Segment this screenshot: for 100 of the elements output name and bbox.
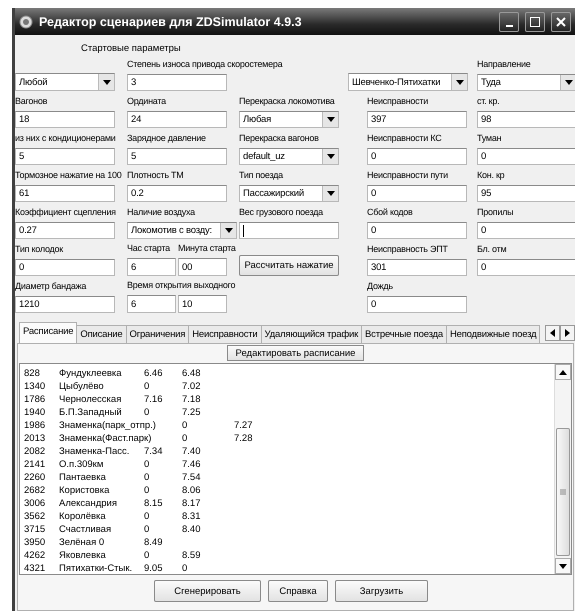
text-field[interactable]: 0.2 [127,185,227,202]
right-arrow-icon [565,329,570,337]
text-field[interactable]: 3 [127,74,227,91]
list-cell-text: 7.40 [182,445,202,458]
dropdown-arrow-icon [102,80,110,84]
field-label: Неисправности КС [367,132,442,144]
list-cell-text: Б.П.Западный [59,406,123,419]
field-label: Пропилы [477,206,514,218]
list-cell-text: Зелёная 0 [59,536,106,549]
tab-scroll-right-button[interactable] [560,325,575,341]
list-cell-text: 7.34 [144,445,164,458]
list-cell-text: 9.05 [144,562,164,575]
action-button[interactable]: Сгенерировать [154,580,261,602]
maximize-button[interactable] [525,12,545,32]
action-button[interactable]: Загрузить [335,580,428,602]
list-cell-text: 8.15 [144,497,164,510]
text-field[interactable]: 10 [178,295,227,313]
field-label: Кон. кр [477,169,504,181]
dropdown[interactable]: Локомотив с возду: [127,222,237,239]
text-field[interactable]: 6 [127,258,176,276]
field-label: Сбой кодов [367,206,413,218]
field-label: Вес грузового поезда [239,206,323,218]
edit-schedule-button[interactable]: Редактировать расписание [226,345,364,361]
tab[interactable]: Встречные поезда [361,325,447,343]
text-field[interactable]: 1210 [15,296,115,313]
tab[interactable]: Удаляющийся трафик [260,325,362,343]
list-cell-text: О.п.309км [59,458,104,471]
text-field[interactable]: 5 [15,148,115,165]
list-cell-text: 7.54 [182,471,202,484]
dropdown[interactable]: Любой [15,73,115,91]
text-field[interactable]: 0 [477,222,575,239]
field-label: Вагонов [15,95,48,107]
dropdown-arrow-icon [564,80,572,85]
text-field[interactable]: 0 [477,148,575,165]
list-cell-text: 0 [144,484,150,497]
field-label: Бл. отм [477,243,506,255]
list-cell-text: 7.18 [182,393,202,406]
list-cell-text: Королёвка [59,510,107,523]
schedule-list[interactable] [19,363,572,575]
dropdown-arrow-icon [326,117,334,122]
dropdown[interactable]: Шевченко-Пятихатки [348,73,468,91]
dropdown[interactable]: default_uz [239,148,339,165]
field-label: Перекраска локомотива [239,95,335,107]
text-field[interactable]: 95 [477,185,575,202]
close-icon [556,16,566,26]
list-cell-text: 8.17 [182,497,202,510]
calculate-button[interactable]: Рассчитать нажатие [239,255,339,276]
dropdown[interactable]: Пассажирский [239,185,339,202]
field-label: Плотность ТМ [127,169,184,181]
text-field[interactable] [239,222,339,239]
list-cell-text: Александрия [59,497,118,510]
dropdown[interactable]: Любая [239,111,339,128]
field-label: Направление [477,58,530,70]
tab[interactable]: Ограничения [126,325,190,343]
minimize-button[interactable] [499,12,519,32]
text-field[interactable]: 61 [15,185,115,202]
text-field[interactable]: 0 [367,222,467,239]
text-field[interactable]: 0 [367,296,467,313]
list-cell-text: 8.06 [182,484,202,497]
text-field[interactable]: 6 [127,295,176,313]
list-cell-text: 4321 [24,562,46,575]
dropdown-arrow-icon [326,154,334,159]
text-field[interactable]: 0.27 [15,222,115,239]
text-field[interactable]: 0 [15,259,115,276]
list-cell-text: 0 [144,549,150,562]
dropdown-arrow-icon [326,191,334,196]
text-field[interactable]: 98 [477,111,575,128]
field-label: из них с кондиционерами [15,132,116,144]
text-field[interactable]: 0 [367,185,467,202]
field-label: Наличие воздуха [127,206,195,218]
scrollbar[interactable] [554,364,571,574]
grip-icon [560,489,566,495]
text-field[interactable]: 5 [127,148,227,165]
close-button[interactable] [551,12,571,32]
tab[interactable]: Расписание [19,322,78,343]
field-label: Перекраска вагонов [239,132,319,144]
list-cell-text: Пятихатки-Стык. [59,562,134,575]
tab[interactable]: Неподвижные поезд [446,325,540,343]
text-field[interactable]: 18 [15,111,115,128]
scroll-down-icon [559,564,567,568]
list-cell-text: 3562 [24,510,46,523]
text-field[interactable]: 397 [367,111,467,128]
text-field[interactable]: 0 [367,148,467,165]
text-field[interactable]: 00 [178,258,227,276]
list-cell-text: 6.48 [182,367,202,380]
list-cell-text: 3950 [24,536,46,549]
tab-scroll-left-button[interactable] [545,325,560,341]
tab[interactable]: Описание [76,325,127,343]
list-cell-text: 8.49 [144,536,164,549]
text-field[interactable]: 24 [127,111,227,128]
text-field[interactable]: 301 [367,259,467,276]
dropdown-arrow-icon [456,80,464,84]
action-button[interactable]: Справка [268,580,328,602]
text-field[interactable]: 0 [477,259,575,276]
field-label: Тип колодок [15,243,63,255]
dropdown[interactable]: Туда [477,74,575,91]
tab[interactable]: Неисправности [188,325,262,343]
list-cell-text: Користовка [59,484,110,497]
list-cell-text: 2141 [24,458,46,471]
app-icon [19,14,33,28]
